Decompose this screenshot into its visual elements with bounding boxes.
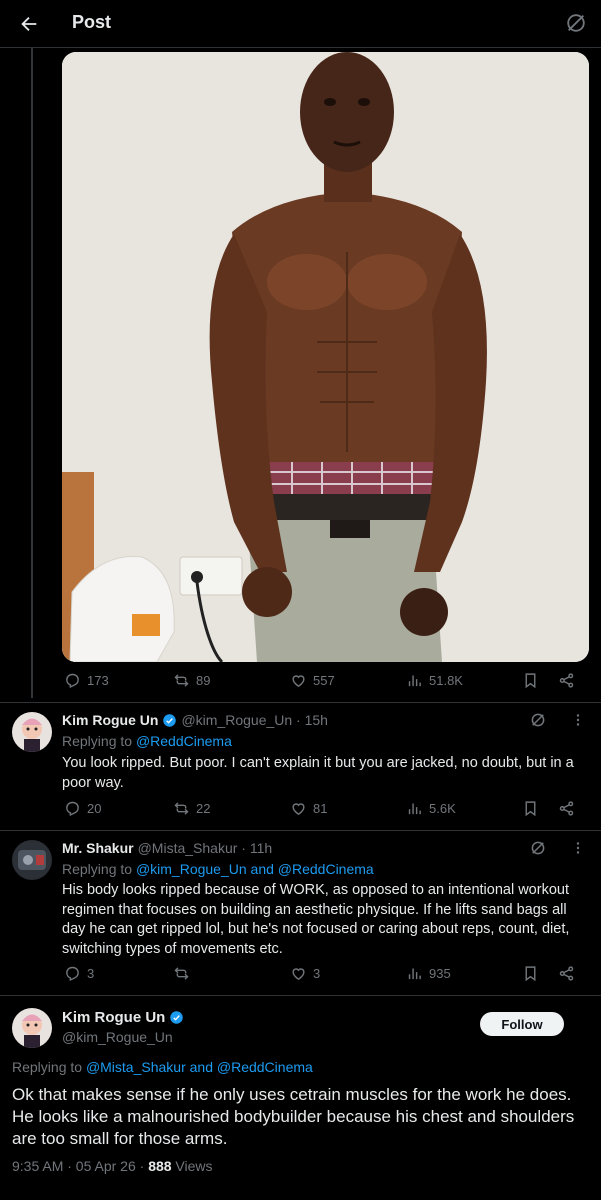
reply-action-bar: 20 22 81 5.6K xyxy=(62,800,589,824)
repost-icon xyxy=(173,965,190,982)
like-icon xyxy=(290,965,307,982)
share-icon[interactable] xyxy=(558,800,575,817)
reply-button[interactable]: 173 xyxy=(64,672,109,689)
reply-top-icons xyxy=(529,839,587,857)
repost-icon xyxy=(173,800,190,817)
views-count: 5.6K xyxy=(429,801,456,816)
follow-button[interactable]: Follow xyxy=(480,1012,564,1036)
divider xyxy=(0,702,601,703)
like-count: 557 xyxy=(313,673,335,688)
post-action-bar: 173 89 557 51.8K xyxy=(62,672,589,696)
reply-count: 173 xyxy=(87,673,109,688)
views-icon xyxy=(406,965,423,982)
reply-count: 3 xyxy=(87,966,95,981)
reply-text: You look ripped. But poor. I can't expla… xyxy=(62,755,574,791)
reply-header: Kim Rogue Un @kim_Rogue_Un · 15h xyxy=(62,712,328,728)
author-handle[interactable]: @Mista_Shakur · 11h xyxy=(138,840,273,856)
author-name[interactable]: Kim Rogue Un xyxy=(62,1009,165,1026)
repost-icon xyxy=(173,672,190,689)
post-image[interactable] xyxy=(62,52,589,662)
replying-to: Replying to @Mista_Shakur and @ReddCinem… xyxy=(12,1059,313,1075)
more-icon[interactable] xyxy=(569,839,587,857)
repost-count: 22 xyxy=(196,801,211,816)
grok-icon[interactable] xyxy=(529,711,547,729)
share-icon[interactable] xyxy=(558,965,575,982)
reply-header: Mr. Shakur @Mista_Shakur · 11h xyxy=(62,840,272,856)
reply-button[interactable]: 3 xyxy=(64,965,94,982)
verified-icon xyxy=(169,1010,184,1025)
replying-to-link[interactable]: @Mista_Shakur and @ReddCinema xyxy=(86,1059,313,1075)
avatar[interactable] xyxy=(12,840,52,880)
views-button[interactable]: 5.6K xyxy=(406,800,456,817)
like-button[interactable]: 557 xyxy=(290,672,335,689)
bookmark-icon[interactable] xyxy=(522,800,539,817)
avatar[interactable] xyxy=(12,712,52,752)
top-bar: Post xyxy=(0,0,601,48)
views-count: 935 xyxy=(429,966,451,981)
repost-button[interactable]: 89 xyxy=(173,672,210,689)
replying-to-link[interactable]: @kim_Rogue_Un and @ReddCinema xyxy=(136,861,374,877)
bookmark-icon[interactable] xyxy=(522,965,539,982)
like-icon xyxy=(290,800,307,817)
bookmark-icon[interactable] xyxy=(522,672,539,689)
grok-icon[interactable] xyxy=(529,839,547,857)
like-icon xyxy=(290,672,307,689)
tweet-meta: 9:35 AM · 05 Apr 26 · 888 Views xyxy=(12,1158,213,1174)
replying-to: Replying to @kim_Rogue_Un and @ReddCinem… xyxy=(62,861,374,877)
reply-count: 20 xyxy=(87,801,102,816)
author-name[interactable]: Mr. Shakur xyxy=(62,840,134,856)
like-button[interactable]: 81 xyxy=(290,800,327,817)
views-icon xyxy=(406,800,423,817)
reply-icon xyxy=(64,800,81,817)
tweet-timestamp[interactable]: 9:35 AM · 05 Apr 26 · xyxy=(12,1158,148,1174)
like-count: 3 xyxy=(313,966,321,981)
replying-to-link[interactable]: @ReddCinema xyxy=(136,733,232,749)
verified-icon xyxy=(162,713,177,728)
reply-icon xyxy=(64,672,81,689)
grok-icon[interactable] xyxy=(565,12,587,34)
views-button[interactable]: 51.8K xyxy=(406,672,463,689)
thread-line xyxy=(31,48,33,698)
replying-prefix: Replying to xyxy=(62,861,136,877)
main-tweet-text: Ok that makes sense if he only uses cetr… xyxy=(12,1085,575,1148)
reply-top-icons xyxy=(529,711,587,729)
like-button[interactable]: 3 xyxy=(290,965,320,982)
reply-icon xyxy=(64,965,81,982)
more-icon[interactable] xyxy=(569,711,587,729)
reply-text: His body looks ripped because of WORK, a… xyxy=(62,882,570,957)
replying-prefix: Replying to xyxy=(62,733,136,749)
reply-button[interactable]: 20 xyxy=(64,800,101,817)
author-name[interactable]: Kim Rogue Un xyxy=(62,712,158,728)
reply-action-bar: 3 3 935 xyxy=(62,965,589,989)
author-handle[interactable]: @kim_Rogue_Un xyxy=(62,1029,173,1045)
share-icon[interactable] xyxy=(558,672,575,689)
repost-button[interactable] xyxy=(173,965,196,982)
repost-count: 89 xyxy=(196,673,211,688)
views-count: 888 xyxy=(148,1158,172,1174)
divider xyxy=(0,995,601,996)
views-button[interactable]: 935 xyxy=(406,965,451,982)
avatar[interactable] xyxy=(12,1008,52,1048)
replying-to: Replying to @ReddCinema xyxy=(62,733,232,749)
views-icon xyxy=(406,672,423,689)
divider xyxy=(0,830,601,831)
page-title: Post xyxy=(72,12,112,32)
main-tweet-header: Kim Rogue Un xyxy=(62,1009,184,1026)
views-count: 51.8K xyxy=(429,673,463,688)
back-arrow-icon[interactable] xyxy=(14,10,44,38)
replying-prefix: Replying to xyxy=(12,1059,86,1075)
author-handle[interactable]: @kim_Rogue_Un · 15h xyxy=(181,712,328,728)
like-count: 81 xyxy=(313,801,328,816)
views-label: Views xyxy=(171,1158,213,1174)
repost-button[interactable]: 22 xyxy=(173,800,210,817)
